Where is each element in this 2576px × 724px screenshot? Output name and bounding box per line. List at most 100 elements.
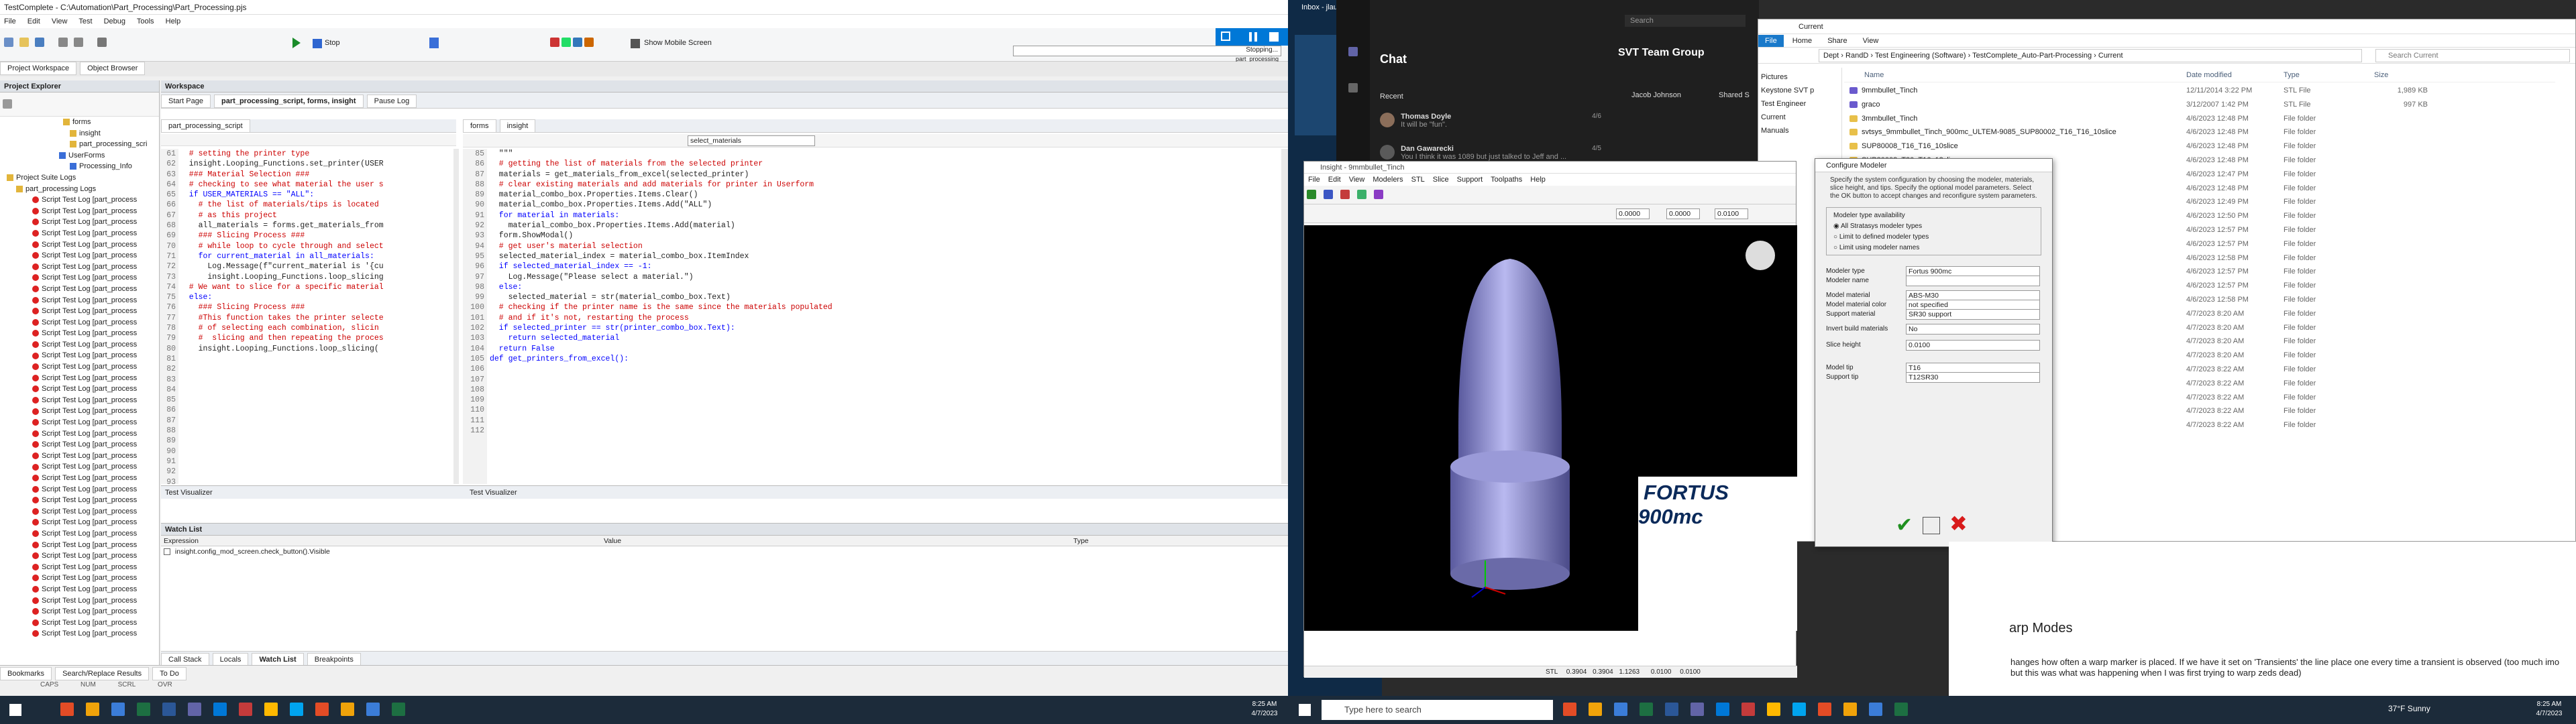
left-scrollbar[interactable] — [453, 149, 459, 484]
col-size[interactable]: Size — [2374, 68, 2428, 82]
tab-start-page[interactable]: Start Page — [161, 95, 211, 108]
taskbar-app-icon[interactable] — [162, 703, 176, 716]
tab-breakpoints[interactable]: Breakpoints — [307, 653, 361, 666]
clock-left[interactable]: 8:25 AM 4/7/2023 — [1244, 700, 1285, 719]
pause-icon[interactable] — [429, 38, 439, 48]
taskbar-app-icon[interactable] — [1818, 703, 1831, 716]
taskbar-app-icon[interactable] — [1869, 703, 1882, 716]
record-icon[interactable] — [97, 38, 107, 47]
tree-item-log[interactable]: Script Test Log [part_process — [3, 595, 159, 607]
ribbon-file[interactable]: File — [1758, 35, 1784, 47]
tree-item-log[interactable]: Script Test Log [part_process — [3, 395, 159, 406]
tree-item-log[interactable]: Script Test Log [part_process — [3, 406, 159, 417]
tool-icon[interactable] — [1324, 190, 1334, 199]
tree-item-log[interactable]: Script Test Log [part_process — [3, 317, 159, 328]
tree-item-log[interactable]: Script Test Log [part_process — [3, 350, 159, 361]
z-field[interactable]: 0.0100 — [1715, 208, 1748, 219]
taskbar-app-icon[interactable] — [137, 703, 150, 716]
menu-help[interactable]: Help — [166, 17, 181, 25]
nav-item[interactable]: Test Engineer — [1761, 97, 1839, 111]
taskbar-app-icon[interactable] — [1690, 703, 1704, 716]
tree-item-log[interactable]: Script Test Log [part_process — [3, 206, 159, 217]
col-date[interactable]: Date modified — [2186, 68, 2284, 82]
connect-icon[interactable] — [1221, 32, 1230, 41]
taskbar-app-icon[interactable] — [86, 703, 99, 716]
insight-menu-item[interactable]: Help — [1530, 176, 1546, 184]
ok-check-icon[interactable]: ✔ — [1896, 516, 1913, 536]
insight-menu-item[interactable]: Support — [1457, 176, 1483, 184]
teams-search[interactable]: Search — [1625, 15, 1746, 27]
file-row[interactable]: graco 3/12/2007 1:42 PM STL File 997 KB — [1844, 98, 2555, 112]
insight-menu-item[interactable]: Edit — [1328, 176, 1341, 184]
teams-icon[interactable] — [1348, 83, 1358, 93]
test-visualizer-right[interactable]: Test Visualizer — [470, 486, 517, 499]
tree-item-logs[interactable]: part_processing Logs — [3, 184, 159, 195]
breakpoint-icon[interactable] — [550, 38, 559, 47]
field-select[interactable]: T12SR30 — [1906, 372, 2040, 383]
col-type[interactable]: Type — [2284, 68, 2374, 82]
right-scrollbar[interactable] — [1281, 149, 1288, 484]
nav-item[interactable]: Keystone SVT p — [1761, 84, 1839, 97]
tree-item-log[interactable]: Script Test Log [part_process — [3, 361, 159, 373]
col-name[interactable]: Name — [1844, 68, 2186, 82]
model-viewport[interactable]: FORTUS 900mc — [1304, 225, 1797, 631]
tab-forms[interactable]: forms — [463, 119, 496, 133]
slice-icon[interactable] — [1340, 190, 1350, 199]
tab-left-script[interactable]: part_processing_script — [161, 119, 250, 133]
tree-item-log[interactable]: Script Test Log [part_process — [3, 328, 159, 339]
file-row[interactable]: 9mmbullet_Tinch 12/11/2014 3:22 PM STL Fil… — [1844, 84, 2555, 98]
y-field[interactable]: 0.0000 — [1666, 208, 1700, 219]
taskbar-app-icon[interactable] — [341, 703, 354, 716]
taskbar-app-icon[interactable] — [1792, 703, 1806, 716]
watch-row[interactable]: insight.config_mod_screen.check_button()… — [161, 546, 1288, 557]
stop-remote-icon[interactable] — [1269, 32, 1279, 42]
tree-item-log[interactable]: Script Test Log [part_process — [3, 250, 159, 261]
menu-file[interactable]: File — [4, 17, 16, 25]
explorer-tool-icon[interactable] — [3, 99, 12, 109]
insight-menu-item[interactable]: Modelers — [1373, 176, 1403, 184]
tree-item-log[interactable]: Script Test Log [part_process — [3, 473, 159, 484]
radio-defined[interactable]: ○ Limit to defined modeler types — [1833, 232, 2034, 243]
field-select[interactable] — [1906, 276, 2040, 286]
field-select[interactable]: No — [1906, 324, 2040, 335]
col-value[interactable]: Value — [604, 536, 1073, 546]
windows-start-icon[interactable] — [9, 704, 21, 716]
tree-item-log[interactable]: Script Test Log [part_process — [3, 272, 159, 284]
windows-start-icon-right[interactable] — [1299, 704, 1311, 716]
test-visualizer-left[interactable]: Test Visualizer — [165, 489, 213, 497]
watch-checkbox[interactable] — [164, 548, 170, 556]
right-code-editor[interactable]: """ # getting the list of materials from… — [490, 149, 1281, 484]
run-icon[interactable] — [292, 38, 301, 48]
tree-item-log[interactable]: Script Test Log [part_process — [3, 217, 159, 228]
tree-item-log[interactable]: Script Test Log [part_process — [3, 339, 159, 351]
file-row[interactable]: 3mmbullet_Tinch 4/6/2023 12:48 PM File fol… — [1844, 112, 2555, 126]
pause-bar-icon[interactable] — [1249, 32, 1252, 42]
weather[interactable]: 37°F Sunny — [2388, 704, 2430, 713]
search-box[interactable]: Search Current — [2375, 49, 2570, 62]
tree-item-insight[interactable]: insight — [3, 128, 159, 139]
taskbar-app-icon[interactable] — [290, 703, 303, 716]
insight-menu-item[interactable]: STL — [1411, 176, 1425, 184]
insight-menu-item[interactable]: Toolpaths — [1491, 176, 1522, 184]
menu-test[interactable]: Test — [78, 17, 92, 25]
step-out-icon[interactable] — [584, 38, 594, 47]
taskbar-app-icon[interactable] — [1767, 703, 1780, 716]
insight-menu-item[interactable]: View — [1349, 176, 1365, 184]
support-icon[interactable] — [1357, 190, 1367, 199]
taskbar-app-icon[interactable] — [366, 703, 380, 716]
open-icon[interactable] — [19, 38, 30, 47]
taskbar-app-icon[interactable] — [1665, 703, 1678, 716]
tree-item-log[interactable]: Script Test Log [part_process — [3, 284, 159, 295]
tree-item-log[interactable]: Script Test Log [part_process — [3, 417, 159, 428]
tree-item-log[interactable]: Script Test Log [part_process — [3, 439, 159, 450]
cancel-x-icon[interactable]: ✖ — [1949, 513, 1968, 534]
tree-item-part-processing-script[interactable]: part_processing_scri — [3, 139, 159, 150]
tree-item-log[interactable]: Script Test Log [part_process — [3, 517, 159, 528]
zoom-icon[interactable] — [1374, 190, 1384, 199]
menu-edit[interactable]: Edit — [28, 17, 40, 25]
x-field[interactable]: 0.0000 — [1616, 208, 1650, 219]
tab-call-stack[interactable]: Call Stack — [161, 653, 209, 666]
taskbar-app-icon[interactable] — [1716, 703, 1729, 716]
tab-todo[interactable]: To Do — [152, 667, 186, 680]
tree-item-log[interactable]: Script Test Log [part_process — [3, 461, 159, 473]
